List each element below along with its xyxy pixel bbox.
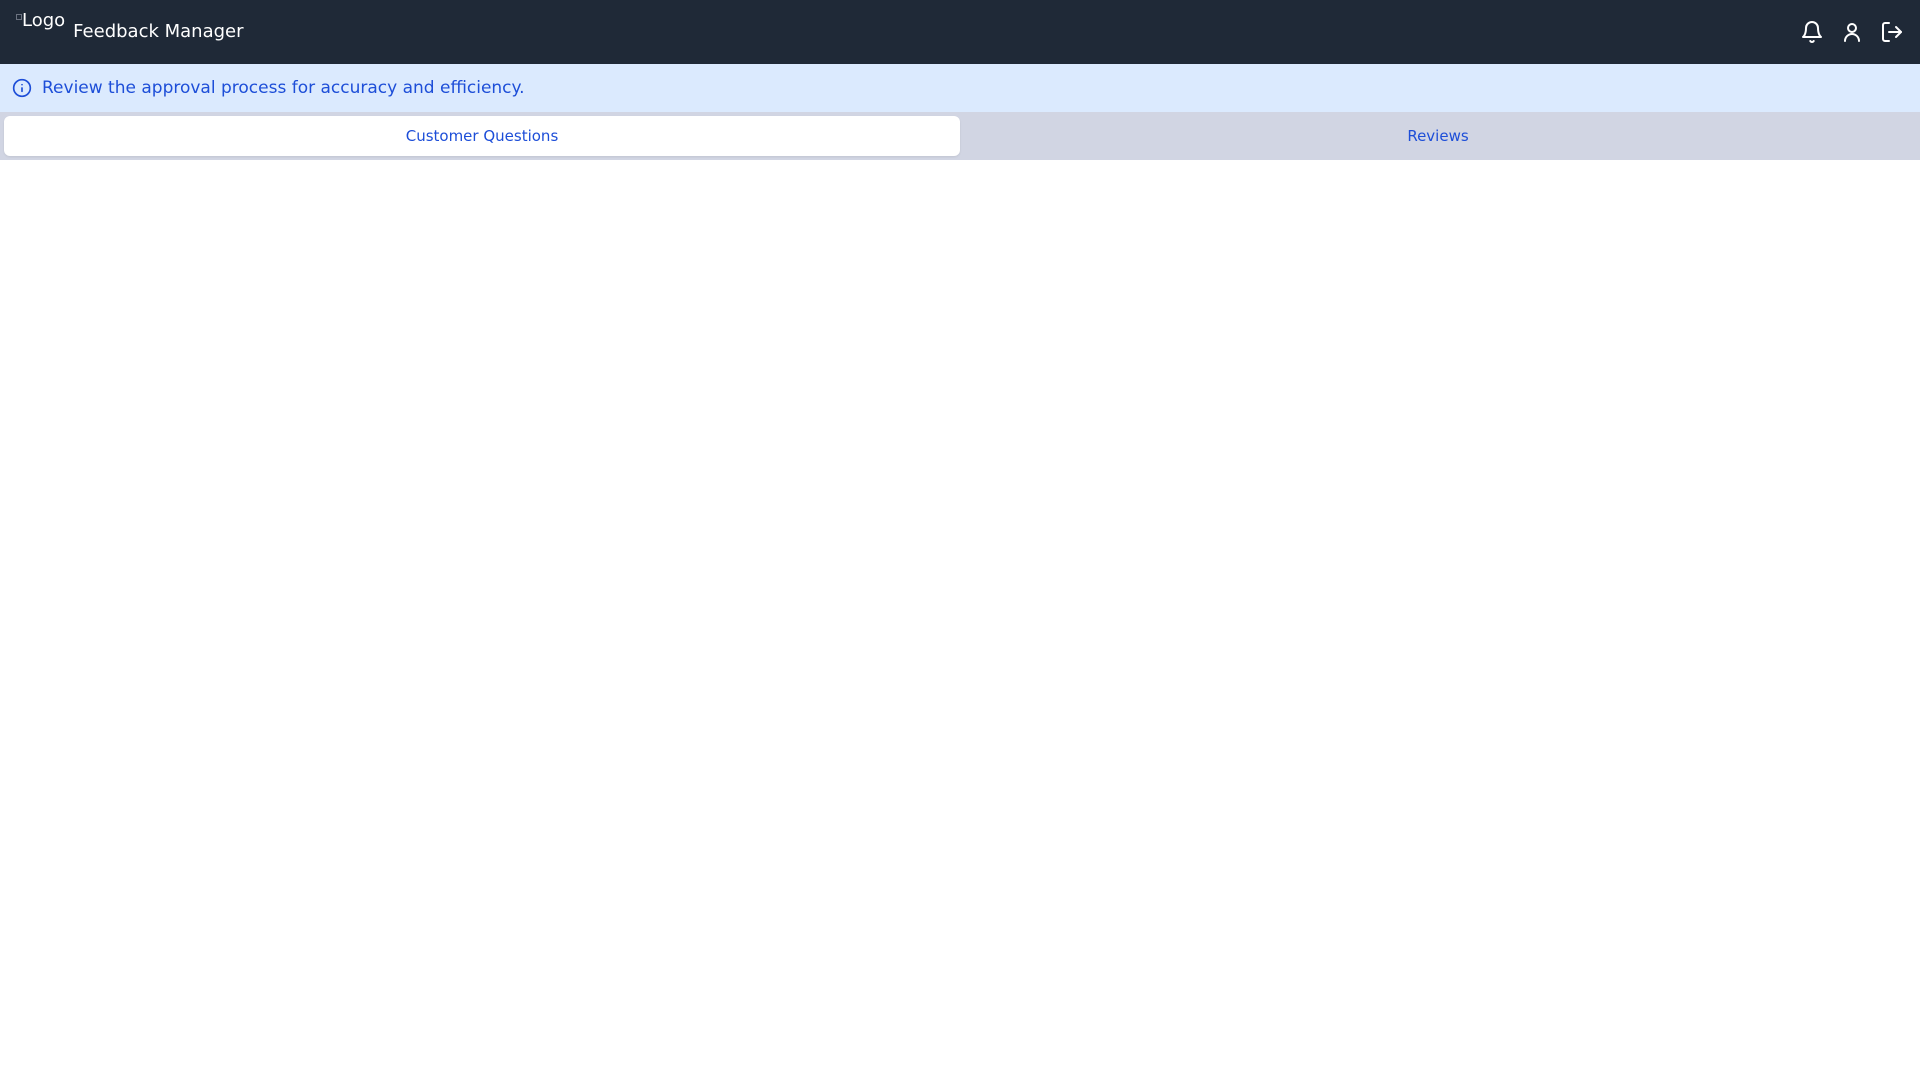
logout-icon [1882, 22, 1902, 42]
top-navbar: Logo Feedback Manager [0, 0, 1920, 64]
logo-alt-text: Logo [22, 10, 66, 31]
info-icon [12, 78, 32, 98]
bell-icon [1802, 21, 1822, 43]
logo-image: Logo [16, 10, 65, 50]
app-title: Feedback Manager [73, 21, 244, 42]
header-actions [1800, 20, 1904, 44]
profile-button[interactable] [1840, 20, 1864, 44]
notifications-button[interactable] [1800, 20, 1824, 44]
tab-reviews[interactable]: Reviews [960, 116, 1916, 156]
tab-bar: Customer Questions Reviews [0, 112, 1920, 160]
tab-content-panel [0, 160, 1920, 1080]
logout-button[interactable] [1880, 20, 1904, 44]
user-icon [1844, 23, 1860, 42]
info-banner: Review the approval process for accuracy… [0, 64, 1920, 112]
brand[interactable]: Logo Feedback Manager [16, 0, 244, 64]
tab-customer-questions[interactable]: Customer Questions [4, 116, 960, 156]
banner-message: Review the approval process for accuracy… [42, 78, 525, 98]
